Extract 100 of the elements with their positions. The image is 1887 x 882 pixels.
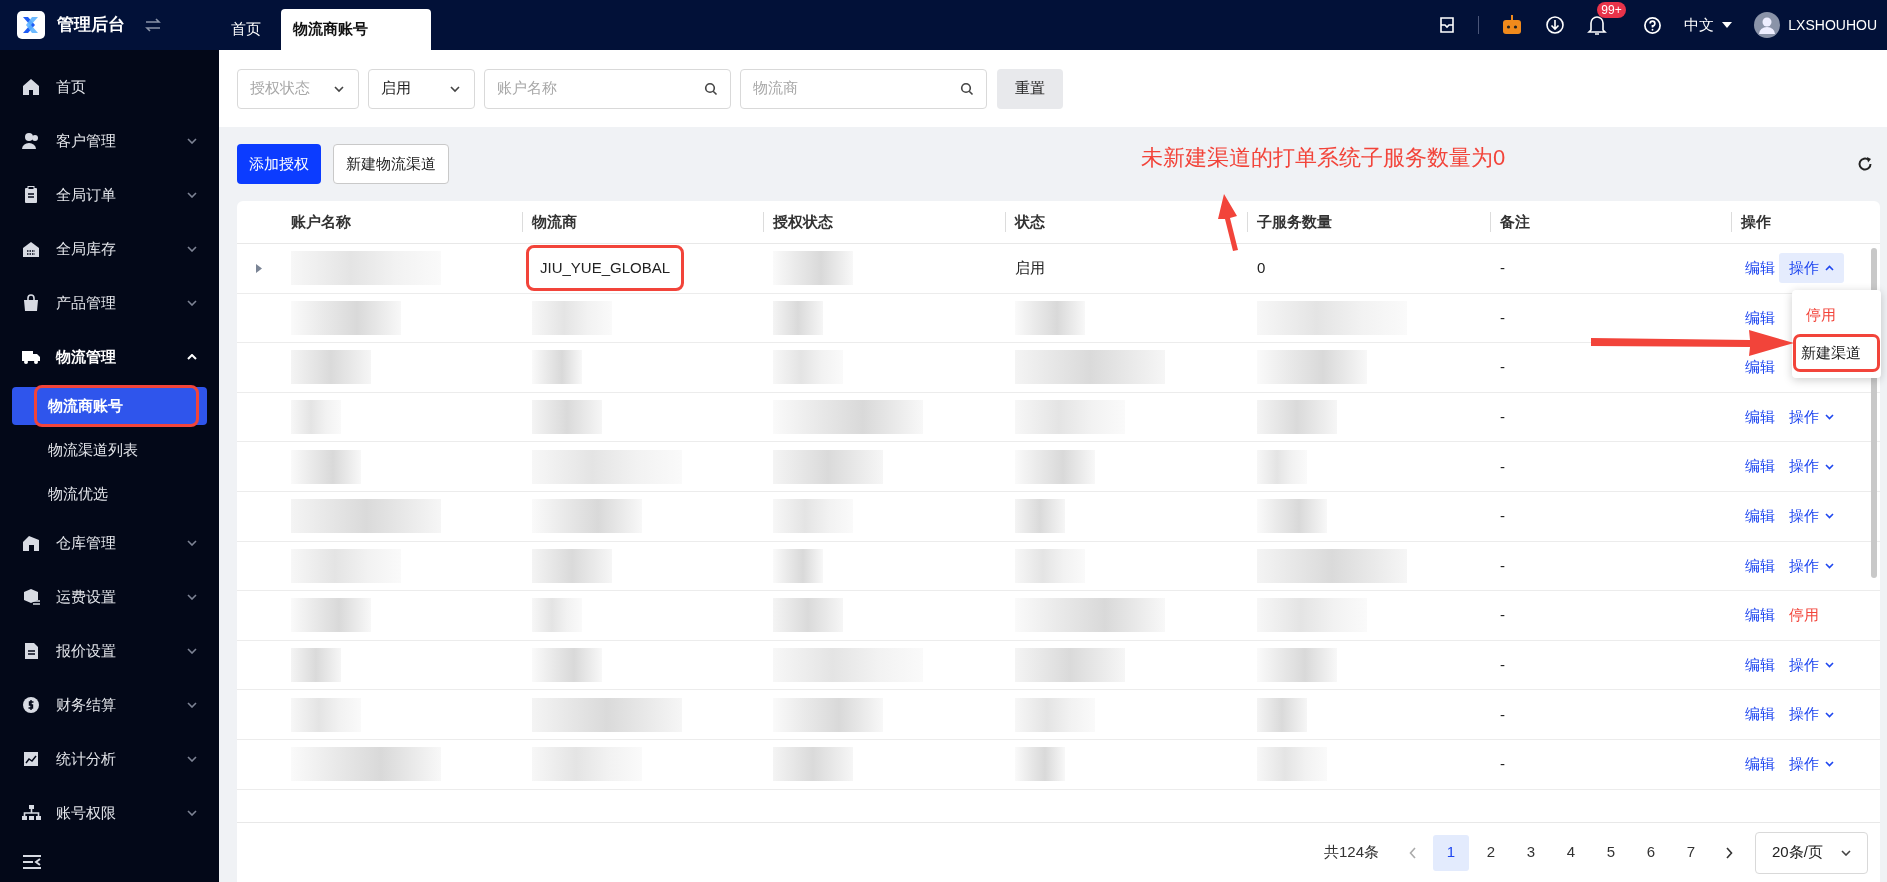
chevron-down-icon — [1825, 761, 1834, 768]
table-cell: - — [1500, 755, 1505, 773]
blurred-content — [532, 648, 602, 683]
help-icon[interactable] — [1643, 15, 1663, 35]
edit-link[interactable]: 编辑 — [1745, 455, 1775, 478]
sidebar-item[interactable]: 客户管理 — [0, 114, 219, 168]
chevron-up-icon — [1825, 265, 1834, 272]
column-header: 物流商 — [530, 211, 577, 232]
toolbar-button[interactable]: 添加授权 — [237, 144, 321, 184]
warehouse-icon — [21, 239, 41, 259]
actions-dropdown-button[interactable]: 操作 — [1779, 749, 1844, 780]
page-button[interactable]: 7 — [1673, 834, 1709, 871]
sidebar-subitem[interactable]: 物流优选 — [12, 475, 207, 513]
actions-dropdown-button[interactable]: 操作 — [1779, 550, 1844, 581]
edit-link[interactable]: 编辑 — [1745, 554, 1775, 578]
page-button[interactable]: 4 — [1553, 834, 1589, 871]
avatar-icon[interactable] — [1754, 12, 1781, 38]
page-button[interactable]: 5 — [1593, 834, 1629, 871]
app-title: 管理后台 — [57, 14, 125, 37]
home-icon — [21, 77, 41, 97]
sidebar-item[interactable]: 产品管理 — [0, 276, 219, 330]
search-icon — [960, 81, 974, 96]
edit-link[interactable]: 编辑 — [1745, 653, 1775, 677]
edit-link[interactable]: 编辑 — [1745, 306, 1775, 330]
page-button[interactable]: 6 — [1633, 834, 1669, 871]
toolbar-button[interactable]: 新建物流渠道 — [333, 144, 449, 184]
bell-icon[interactable] — [1587, 14, 1608, 36]
total-count: 共124条 — [1323, 842, 1379, 863]
sidebar-item[interactable]: 财务结算 — [0, 678, 219, 732]
chevron-down-icon — [1825, 562, 1834, 569]
dollar-icon — [21, 695, 41, 715]
sidebar-subitem[interactable]: 物流商账号 — [12, 387, 207, 425]
table-cell-text: JIU_YUE_GLOBAL — [540, 258, 671, 279]
edit-link[interactable]: 编辑 — [1745, 405, 1775, 429]
blurred-content — [532, 400, 602, 435]
table-cell: - — [1500, 656, 1505, 674]
sidebar-item[interactable]: 全局订单 — [0, 168, 219, 222]
actions-dropdown-button[interactable]: 操作 — [1779, 501, 1844, 532]
menu-item[interactable]: 新建渠道 — [1801, 341, 1861, 365]
user-name[interactable]: LXSHOUHOU — [1788, 14, 1877, 36]
chevron-down-icon — [1825, 463, 1834, 470]
menu-item[interactable]: 停用 — [1792, 296, 1881, 334]
column-header: 备注 — [1499, 211, 1530, 232]
arrow-annotation — [1218, 194, 1238, 251]
actions-dropdown-button[interactable]: 操作 — [1779, 451, 1844, 482]
actions-dropdown-button[interactable]: 操作 — [1779, 253, 1844, 284]
sidebar-subitem[interactable]: 物流渠道列表 — [12, 431, 207, 469]
blurred-content — [773, 598, 843, 633]
language-selector[interactable]: 中文 — [1684, 13, 1733, 37]
collapse-toggle-icon[interactable] — [145, 18, 161, 32]
blurred-content — [291, 648, 341, 683]
edit-link[interactable]: 编辑 — [1745, 257, 1775, 280]
blurred-content — [291, 449, 361, 484]
edit-link[interactable]: 编辑 — [1745, 356, 1775, 379]
caret-icon — [1722, 22, 1733, 28]
menu-collapse-icon[interactable] — [22, 854, 42, 870]
column-header: 状态 — [1013, 211, 1045, 232]
table-cell: - — [1500, 259, 1505, 277]
table-cell: - — [1500, 507, 1505, 525]
reset-button[interactable]: 重置 — [997, 68, 1063, 109]
blurred-content — [773, 350, 843, 385]
robot-icon[interactable] — [1501, 14, 1524, 36]
edit-link[interactable]: 编辑 — [1745, 703, 1775, 726]
blurred-content — [532, 598, 582, 633]
page-button[interactable]: 2 — [1473, 834, 1509, 871]
sidebar-item[interactable]: 全局库存 — [0, 222, 219, 276]
page-button[interactable]: 3 — [1513, 834, 1549, 871]
disable-link[interactable]: 停用 — [1789, 604, 1819, 627]
refresh-icon[interactable] — [1857, 156, 1873, 172]
actions-dropdown-button[interactable]: 操作 — [1779, 699, 1844, 730]
page-button[interactable]: 1 — [1433, 834, 1469, 871]
blurred-content — [1257, 499, 1327, 534]
download-icon[interactable] — [1545, 15, 1566, 35]
sidebar-item[interactable]: 报价设置 — [0, 624, 219, 678]
expand-icon[interactable] — [256, 263, 262, 273]
users-icon — [21, 131, 41, 151]
top-tab[interactable]: 首页 — [231, 9, 261, 50]
logo-icon — [17, 11, 45, 39]
actions-dropdown-button[interactable]: 操作 — [1779, 650, 1844, 681]
page-size-select[interactable]: 20条/页 — [1755, 831, 1868, 874]
sidebar-item[interactable]: 账号权限 — [0, 786, 219, 840]
blurred-content — [532, 350, 582, 385]
edit-link[interactable]: 编辑 — [1745, 604, 1775, 627]
chart-icon — [21, 749, 41, 769]
blurred-content — [1015, 300, 1085, 335]
next-page-icon[interactable] — [1725, 846, 1733, 859]
box-icon — [21, 587, 41, 607]
edit-link[interactable]: 编辑 — [1745, 753, 1775, 776]
inbox-icon[interactable] — [1438, 16, 1457, 34]
top-tab[interactable]: 物流商账号 — [281, 9, 431, 50]
sidebar-item[interactable]: 运费设置 — [0, 570, 219, 624]
sidebar-item[interactable]: 统计分析 — [0, 732, 219, 786]
sidebar-item[interactable]: 仓库管理 — [0, 516, 219, 570]
column-header: 子服务数量 — [1256, 211, 1332, 232]
select-field[interactable]: 启用 — [368, 68, 475, 109]
table-cell: - — [1500, 457, 1505, 475]
sidebar-item[interactable]: 首页 — [0, 60, 219, 114]
edit-link[interactable]: 编辑 — [1745, 505, 1775, 528]
actions-dropdown-button[interactable]: 操作 — [1779, 402, 1844, 433]
sidebar-item[interactable]: 物流管理 — [0, 330, 219, 384]
